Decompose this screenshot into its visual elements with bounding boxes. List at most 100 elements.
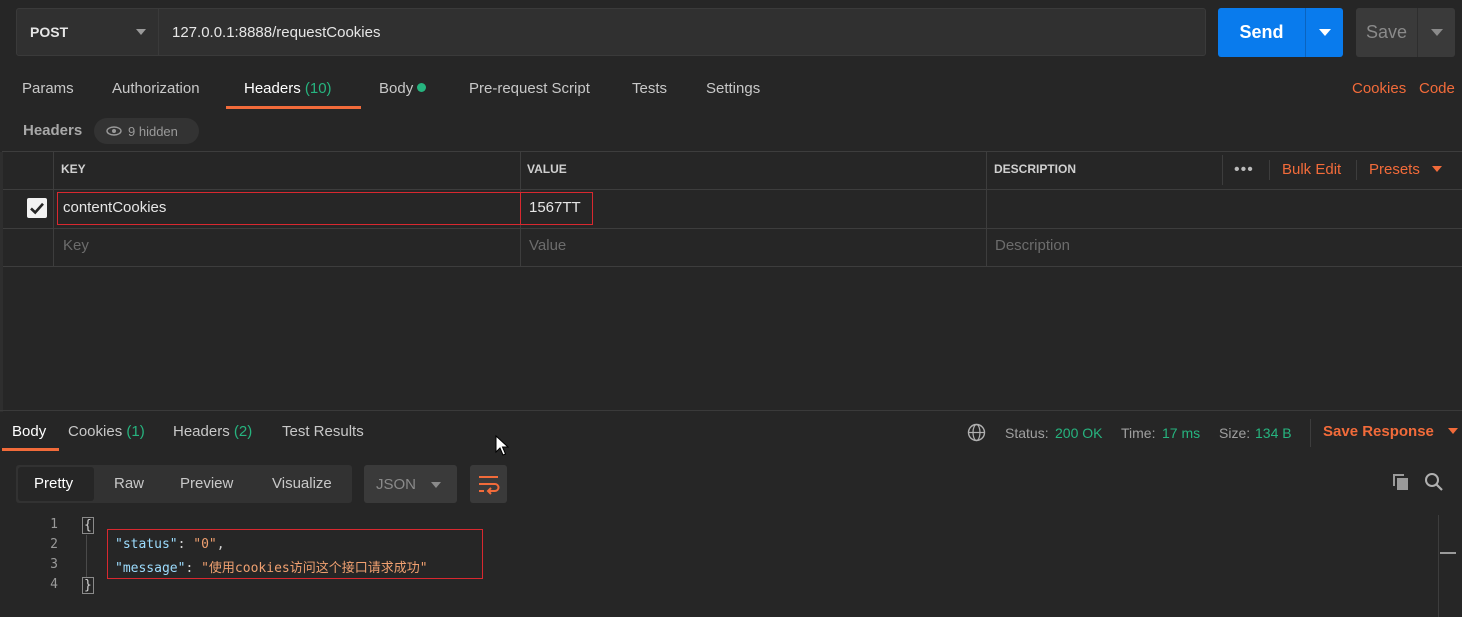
column-header-description: DESCRIPTION xyxy=(994,162,1077,176)
line-number: 4 xyxy=(50,577,58,592)
tab-count: (10) xyxy=(304,80,332,97)
line-number: 2 xyxy=(50,537,58,552)
headers-section-title: Headers xyxy=(23,122,83,139)
active-tab-indicator xyxy=(2,448,59,451)
body-indicator-dot xyxy=(417,83,427,92)
tab-label: Pre-request Script xyxy=(469,80,590,97)
tab-settings[interactable]: Settings xyxy=(706,80,760,108)
cookies-link[interactable]: Cookies xyxy=(1352,80,1406,97)
response-tab-body[interactable]: Body xyxy=(12,423,46,440)
send-button[interactable]: Send xyxy=(1218,8,1305,57)
chevron-down-icon xyxy=(431,482,441,488)
header-key-cell[interactable]: contentCookies xyxy=(63,199,166,216)
column-divider xyxy=(53,151,54,267)
hidden-headers-toggle[interactable]: 9 hidden xyxy=(94,118,199,144)
column-divider xyxy=(1222,155,1223,185)
size-label: Size: xyxy=(1219,425,1251,441)
tab-pre-request-script[interactable]: Pre-request Script xyxy=(469,80,590,108)
chevron-down-icon xyxy=(1432,166,1443,172)
tab-tests[interactable]: Tests xyxy=(632,80,667,108)
globe-icon[interactable] xyxy=(967,423,986,442)
line-number: 3 xyxy=(50,557,58,572)
url-input[interactable]: 127.0.0.1:8888/requestCookies xyxy=(159,8,1206,56)
tab-label: Headers xyxy=(173,423,230,440)
save-button[interactable]: Save xyxy=(1356,8,1417,57)
method-select[interactable]: POST xyxy=(16,8,159,56)
method-label: POST xyxy=(30,24,69,40)
mouse-cursor-icon xyxy=(495,435,509,456)
presets-dropdown[interactable]: Presets xyxy=(1369,161,1443,178)
tab-count: (1) xyxy=(126,423,145,440)
size-value: 134 B xyxy=(1255,425,1292,441)
chevron-down-icon xyxy=(136,29,146,35)
response-tab-cookies[interactable]: Cookies (1) xyxy=(68,423,145,440)
response-divider[interactable] xyxy=(0,410,1462,411)
code-link[interactable]: Code xyxy=(1419,80,1455,97)
tab-label: Params xyxy=(22,80,74,97)
table-divider xyxy=(2,266,1462,267)
view-mode-raw[interactable]: Raw xyxy=(114,475,144,492)
chevron-down-icon xyxy=(1319,29,1331,36)
more-options-icon[interactable]: ••• xyxy=(1234,161,1254,179)
vertical-scrollbar[interactable] xyxy=(1438,515,1456,617)
save-response-dropdown[interactable]: Save Response xyxy=(1323,423,1459,440)
indent-guide xyxy=(86,535,87,577)
save-response-label: Save Response xyxy=(1323,423,1434,440)
format-select[interactable]: JSON xyxy=(364,465,457,503)
tab-label: Headers xyxy=(244,80,301,97)
tab-label: Body xyxy=(379,80,414,97)
highlight-box xyxy=(107,529,483,579)
search-icon[interactable] xyxy=(1424,472,1444,492)
copy-icon[interactable] xyxy=(1391,472,1411,492)
view-mode-preview[interactable]: Preview xyxy=(180,475,233,492)
chevron-down-icon xyxy=(1448,428,1459,434)
tab-params[interactable]: Params xyxy=(22,80,74,108)
status-value: 200 OK xyxy=(1055,425,1103,441)
json-close-brace: } xyxy=(82,577,94,594)
wrap-lines-button[interactable] xyxy=(470,465,507,503)
status-label: Status: xyxy=(1005,425,1049,441)
header-value-cell[interactable]: 1567TT xyxy=(529,199,581,216)
bulk-edit-button[interactable]: Bulk Edit xyxy=(1282,161,1341,178)
column-divider xyxy=(1269,160,1270,180)
tab-label: Authorization xyxy=(112,80,200,97)
tab-headers[interactable]: Headers (10) xyxy=(244,80,332,108)
wrap-lines-icon xyxy=(479,476,500,495)
tab-authorization[interactable]: Authorization xyxy=(112,80,200,108)
send-options-button[interactable] xyxy=(1305,8,1343,57)
json-open-brace: { xyxy=(82,517,94,534)
highlight-divider xyxy=(520,192,521,225)
tab-label: Settings xyxy=(706,80,761,97)
time-label: Time: xyxy=(1121,425,1156,441)
presets-label: Presets xyxy=(1369,161,1420,178)
panel-edge xyxy=(0,152,3,412)
tab-body[interactable]: Body xyxy=(379,80,427,108)
checkmark-icon xyxy=(30,202,44,215)
time-value: 17 ms xyxy=(1162,425,1201,441)
response-tab-test-results[interactable]: Test Results xyxy=(282,423,364,440)
column-header-value: VALUE xyxy=(527,162,567,176)
key-input[interactable]: Key xyxy=(63,237,89,254)
column-divider xyxy=(1356,160,1357,180)
meta-divider xyxy=(1310,419,1311,447)
active-tab-indicator xyxy=(226,106,361,109)
save-options-button[interactable] xyxy=(1417,8,1455,57)
description-input[interactable]: Description xyxy=(995,237,1070,254)
scrollbar-thumb[interactable] xyxy=(1440,552,1456,554)
value-input[interactable]: Value xyxy=(529,237,566,254)
chevron-down-icon xyxy=(1431,29,1443,36)
tab-label: Cookies xyxy=(68,423,123,440)
table-divider xyxy=(2,189,1462,190)
tab-label: Tests xyxy=(632,80,668,97)
view-mode-visualize[interactable]: Visualize xyxy=(272,475,332,492)
table-border-top xyxy=(2,151,1462,152)
column-header-key: KEY xyxy=(61,162,86,176)
row-enabled-checkbox[interactable] xyxy=(27,198,47,218)
hidden-count-label: 9 hidden xyxy=(128,123,178,139)
column-divider xyxy=(986,151,987,267)
response-tab-headers[interactable]: Headers (2) xyxy=(173,423,252,440)
tab-count: (2) xyxy=(233,423,253,440)
table-divider xyxy=(2,228,1462,229)
view-mode-pretty[interactable]: Pretty xyxy=(34,475,73,492)
line-number: 1 xyxy=(50,517,58,532)
